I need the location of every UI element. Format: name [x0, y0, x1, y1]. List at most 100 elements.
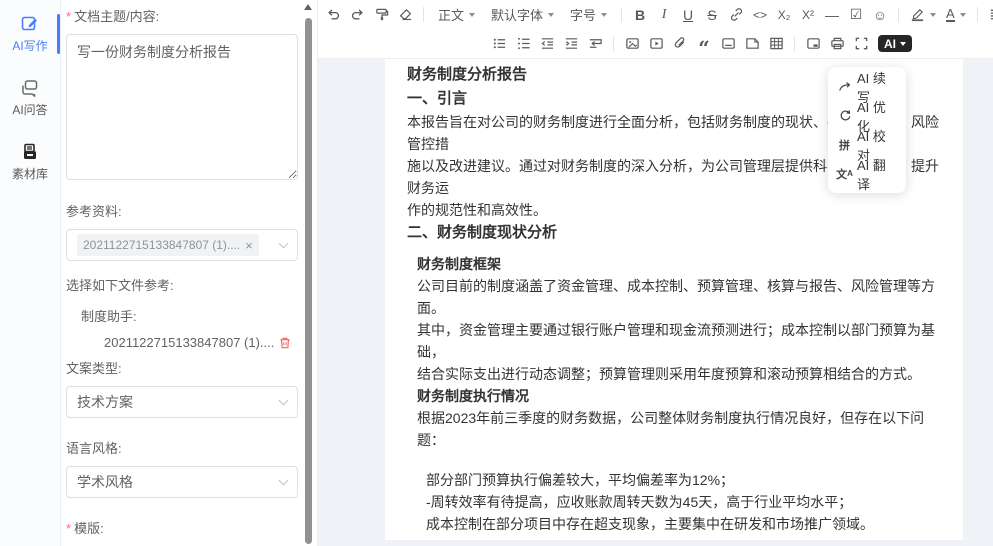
style-label: 语言风格:	[66, 438, 298, 457]
indent-button[interactable]	[560, 33, 582, 55]
font-color-dropdown[interactable]: A	[942, 4, 970, 26]
doc-line: 其中，资金管理主要通过银行账户管理和现金流预测进行；成本控制以部门预算为基础，	[407, 319, 941, 363]
outdent-button[interactable]	[536, 33, 558, 55]
doc-list-line: 部分部门预算执行偏差较大，平均偏差率为12%；	[407, 469, 941, 491]
editor-mode-button[interactable]	[802, 33, 824, 55]
font-size-dropdown[interactable]: 字号	[563, 4, 614, 26]
style-value: 学术风格	[77, 472, 280, 492]
highlight-color-dropdown[interactable]	[906, 4, 940, 26]
caret-down-icon	[900, 42, 906, 46]
sidebar-item-label: AI写作	[12, 37, 47, 54]
superscript-button[interactable]: X²	[797, 4, 819, 26]
assistant-label: 制度助手:	[66, 306, 298, 325]
continue-icon	[838, 80, 852, 94]
ordered-list-button[interactable]	[512, 33, 534, 55]
print-button[interactable]	[826, 33, 848, 55]
font-color-icon: A	[946, 7, 955, 22]
doc-subheading: 财务制度框架	[407, 253, 941, 275]
sidebar-item-ai-qa[interactable]: AI问答	[0, 74, 60, 122]
menu-item-ai-translate[interactable]: 文A AI 翻译	[828, 159, 906, 188]
divider	[898, 7, 899, 22]
chevron-down-icon	[279, 395, 289, 405]
style-select[interactable]: 学术风格	[66, 466, 298, 498]
sidebar-item-label: AI问答	[12, 101, 47, 118]
blank-line	[407, 451, 941, 469]
scroll-up-arrow-icon[interactable]	[304, 4, 312, 10]
undo-button[interactable]	[322, 4, 344, 26]
subscript-button[interactable]: X₂	[773, 4, 795, 26]
justify-icon	[989, 7, 993, 22]
ai-dropdown-button[interactable]: AI	[878, 35, 912, 52]
tag-close-icon[interactable]: ×	[245, 238, 253, 253]
underline-button[interactable]: U	[677, 4, 699, 26]
generation-form-panel: *文档主题/内容: 写一份财务制度分析报告 参考资料: 202112271513…	[60, 0, 318, 546]
sidebar-item-material-library[interactable]: 素材库	[0, 138, 60, 186]
edit-icon	[20, 14, 40, 34]
assistant-file-name: 2021122715133847807 (1)....	[104, 335, 274, 350]
doc-heading: 二、财务制度现状分析	[407, 221, 941, 245]
font-family-dropdown[interactable]: 默认字体	[484, 4, 561, 26]
redo-button[interactable]	[346, 4, 368, 26]
code-block-button[interactable]	[741, 33, 763, 55]
proofread-icon: 拼	[837, 137, 852, 153]
caret-down-icon	[469, 13, 475, 17]
blockquote-button[interactable]: “	[693, 33, 715, 55]
doc-type-value: 技术方案	[77, 392, 280, 412]
required-mark: *	[66, 9, 71, 24]
required-mark: *	[66, 521, 71, 536]
divider-block-button[interactable]	[717, 33, 739, 55]
topic-input[interactable]: 写一份财务制度分析报告	[66, 34, 298, 180]
fullscreen-button[interactable]	[850, 33, 872, 55]
line-break-button[interactable]	[584, 33, 606, 55]
format-painter-button[interactable]	[370, 4, 392, 26]
insert-table-button[interactable]	[765, 33, 787, 55]
topic-label: *文档主题/内容:	[66, 6, 298, 25]
reference-file-tag: 2021122715133847807 (1).... ×	[77, 234, 259, 256]
doc-list-line: -周转效率有待提高，应收账款周转天数为45天，高于行业平均水平；	[407, 491, 941, 513]
sidebar-item-label: 素材库	[12, 165, 48, 182]
reference-label: 参考资料:	[66, 201, 298, 220]
delete-icon[interactable]	[278, 336, 292, 350]
insert-video-button[interactable]	[645, 33, 667, 55]
divider	[423, 7, 424, 22]
todo-checkbox-button[interactable]: ☑	[845, 4, 867, 26]
caret-down-icon	[601, 13, 607, 17]
attachment-button[interactable]	[669, 33, 691, 55]
doc-type-select[interactable]: 技术方案	[66, 386, 298, 418]
doc-line: 结合实际支出进行动态调整；预算管理则采用年度预算和滚动预算相结合的方式。	[407, 363, 941, 385]
align-dropdown[interactable]	[985, 4, 993, 26]
divider	[977, 7, 978, 22]
inline-code-button[interactable]: <>	[749, 4, 771, 26]
file-reference-label: 选择如下文件参考:	[66, 275, 298, 294]
emoji-button[interactable]: ☺	[869, 4, 891, 26]
doc-type-label: 文案类型:	[66, 358, 298, 377]
horizontal-rule-button[interactable]: —	[821, 4, 843, 26]
doc-line: 根据2023年前三季度的财务数据，公司整体财务制度执行情况良好，但存在以下问题：	[407, 407, 941, 451]
paragraph-style-dropdown[interactable]: 正文	[431, 4, 482, 26]
divider	[794, 36, 795, 51]
doc-list-line: 成本控制在部分项目中存在超支现象，主要集中在研发和市场推广领域。	[407, 513, 941, 535]
scrollbar-thumb[interactable]	[305, 18, 312, 544]
strikethrough-button[interactable]: S	[701, 4, 723, 26]
doc-line: 作的规范性和高效性。	[407, 199, 941, 221]
assistant-file-row: 2021122715133847807 (1)....	[66, 335, 298, 350]
link-button[interactable]	[725, 4, 747, 26]
italic-button[interactable]: I	[653, 4, 675, 26]
chevron-down-icon	[279, 475, 289, 485]
caret-down-icon	[960, 13, 966, 17]
divider	[621, 7, 622, 22]
highlight-pen-icon	[910, 7, 925, 22]
eraser-button[interactable]	[394, 4, 416, 26]
editor-toolbar: 正文 默认字体 字号 B I U S <> X₂ X² — ☑ ☺ A	[318, 0, 993, 59]
template-label: *模版:	[66, 518, 298, 537]
reference-select[interactable]: 2021122715133847807 (1).... ×	[66, 229, 298, 261]
bold-button[interactable]: B	[629, 4, 651, 26]
chevron-down-icon	[279, 238, 289, 248]
bullet-list-button[interactable]	[488, 33, 510, 55]
insert-image-button[interactable]	[621, 33, 643, 55]
caret-down-icon	[548, 13, 554, 17]
doc-subheading: 财务制度执行情况	[407, 385, 941, 407]
library-icon	[20, 142, 40, 162]
sidebar-item-ai-write[interactable]: AI写作	[0, 10, 60, 58]
ai-actions-menu: AI 续写 AI 优化 拼 AI 校对 文A AI 翻译	[828, 67, 906, 193]
